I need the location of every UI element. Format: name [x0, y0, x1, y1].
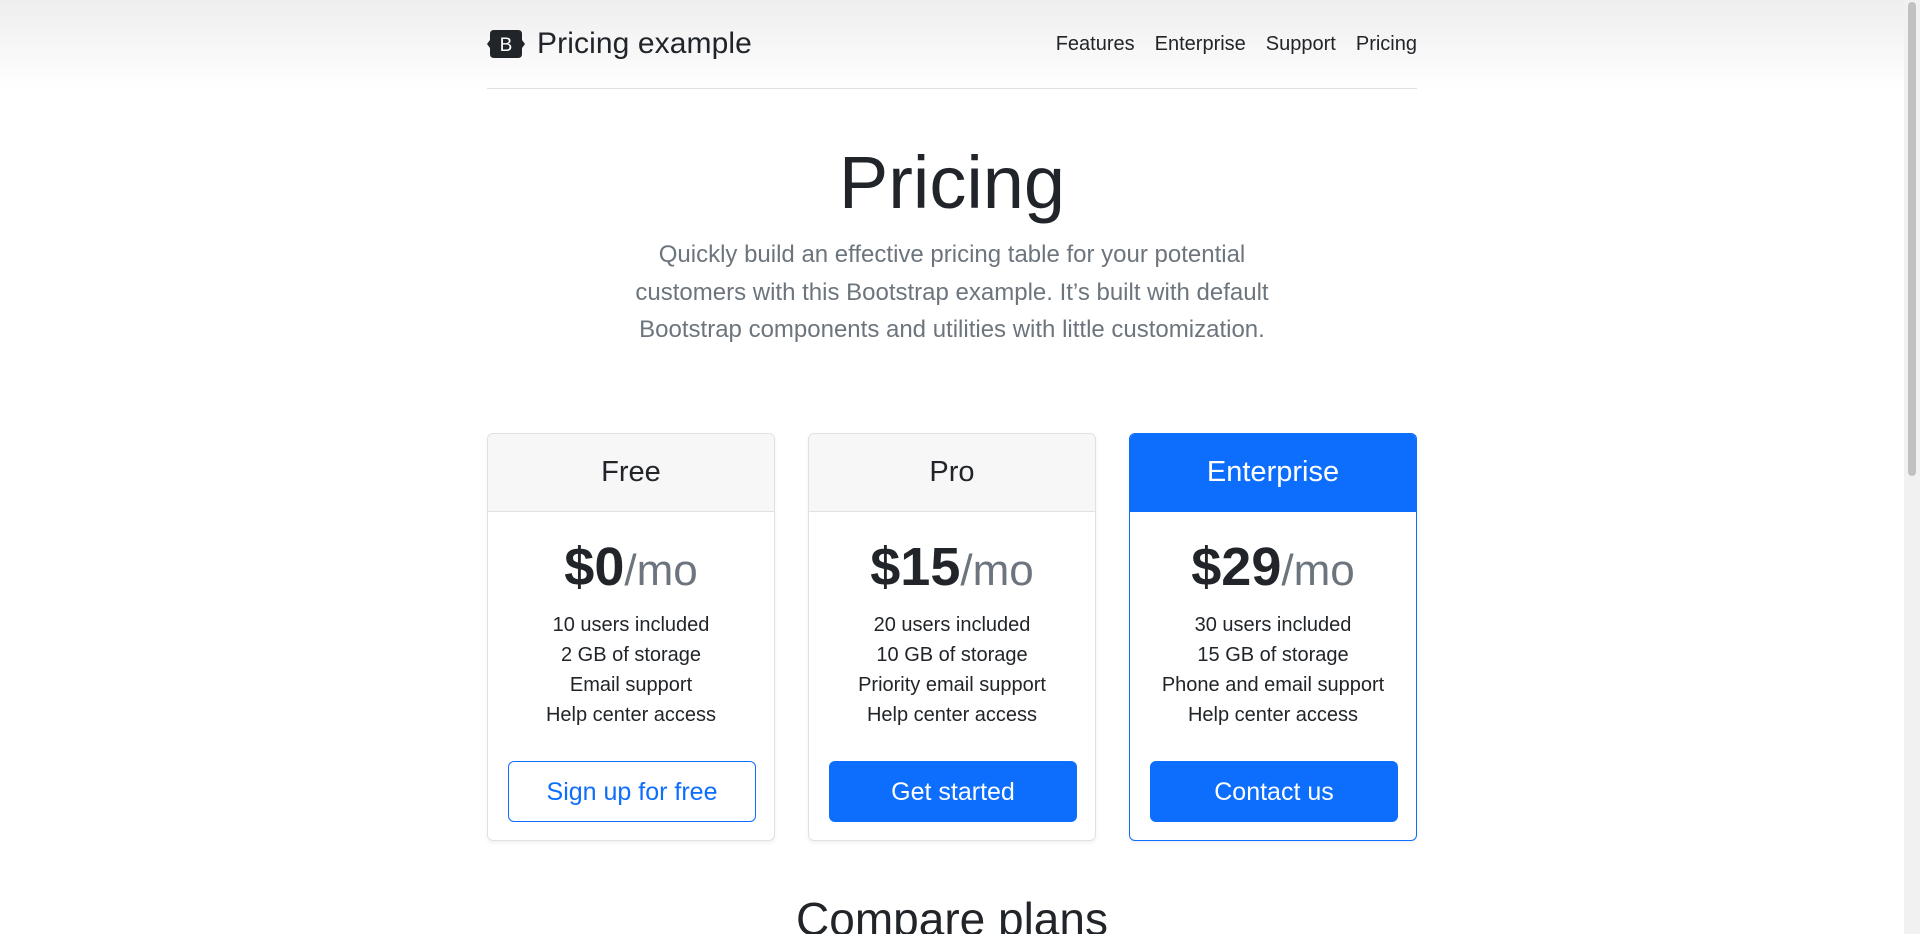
feature-item: Help center access: [545, 703, 717, 726]
plan-body: $29/mo 30 users included 15 GB of storag…: [1130, 512, 1416, 822]
plan-name: Free: [488, 434, 774, 512]
page: B Pricing example Features Enterprise Su…: [0, 0, 1920, 934]
feature-item: 30 users included: [1194, 613, 1352, 636]
feature-item: Phone and email support: [1161, 673, 1385, 696]
feature-item: 15 GB of storage: [1197, 643, 1349, 666]
feature-list: 10 users included 2 GB of storage Email …: [508, 610, 754, 730]
feature-item: Email support: [569, 673, 693, 696]
plan-price: $29/mo: [1150, 535, 1396, 600]
top-nav: Features Enterprise Support Pricing: [1056, 33, 1417, 56]
plan-card-pro: Pro $15/mo 20 users included 10 GB of st…: [808, 433, 1096, 841]
get-started-button[interactable]: Get started: [829, 760, 1077, 822]
vertical-scrollbar[interactable]: [1904, 0, 1920, 934]
price-period: /mo: [1281, 546, 1355, 595]
plan-body: $0/mo 10 users included 2 GB of storage …: [488, 512, 774, 822]
price-period: /mo: [960, 546, 1034, 595]
feature-item: 10 GB of storage: [876, 643, 1028, 666]
scrollbar-thumb[interactable]: [1908, 2, 1916, 476]
plan-name: Pro: [809, 434, 1095, 512]
price-amount: $15: [870, 537, 961, 597]
hero: Pricing Quickly build an effective prici…: [487, 146, 1417, 349]
feature-item: 20 users included: [873, 613, 1031, 636]
brand-logo-letter: B: [500, 35, 513, 56]
main-container: B Pricing example Features Enterprise Su…: [487, 0, 1417, 934]
page-title: Pricing: [838, 141, 1066, 224]
plan-price: $15/mo: [829, 535, 1075, 600]
feature-item: Help center access: [866, 703, 1038, 726]
feature-item: 2 GB of storage: [560, 643, 702, 666]
brand-title: Pricing example: [537, 27, 752, 60]
nav-link-pricing[interactable]: Pricing: [1356, 33, 1417, 56]
price-amount: $29: [1191, 537, 1282, 597]
pricing-cards: Free $0/mo 10 users included 2 GB of sto…: [487, 433, 1417, 841]
plan-price: $0/mo: [508, 535, 754, 600]
price-period: /mo: [624, 546, 698, 595]
nav-link-features[interactable]: Features: [1056, 33, 1135, 56]
feature-item: Priority email support: [858, 673, 1046, 696]
plan-card-free: Free $0/mo 10 users included 2 GB of sto…: [487, 433, 775, 841]
sign-up-free-button[interactable]: Sign up for free: [508, 760, 756, 822]
nav-link-support[interactable]: Support: [1266, 33, 1336, 56]
hero-lead: Quickly build an effective pricing table…: [635, 241, 1269, 343]
compare-plans-heading: Compare plans: [796, 893, 1108, 934]
plan-name: Enterprise: [1130, 434, 1416, 512]
navbar: B Pricing example Features Enterprise Su…: [487, 0, 1417, 89]
feature-list: 20 users included 10 GB of storage Prior…: [829, 610, 1075, 730]
nav-link-enterprise[interactable]: Enterprise: [1155, 33, 1246, 56]
bootstrap-logo-icon: B: [487, 30, 525, 58]
price-amount: $0: [564, 537, 625, 597]
feature-item: Help center access: [1187, 703, 1359, 726]
brand-link[interactable]: B Pricing example: [487, 28, 752, 60]
feature-item: 10 users included: [552, 613, 710, 636]
plan-card-enterprise: Enterprise $29/mo 30 users included 15 G…: [1129, 433, 1417, 841]
contact-us-button[interactable]: Contact us: [1150, 760, 1398, 822]
plan-body: $15/mo 20 users included 10 GB of storag…: [809, 512, 1095, 822]
feature-list: 30 users included 15 GB of storage Phone…: [1150, 610, 1396, 730]
